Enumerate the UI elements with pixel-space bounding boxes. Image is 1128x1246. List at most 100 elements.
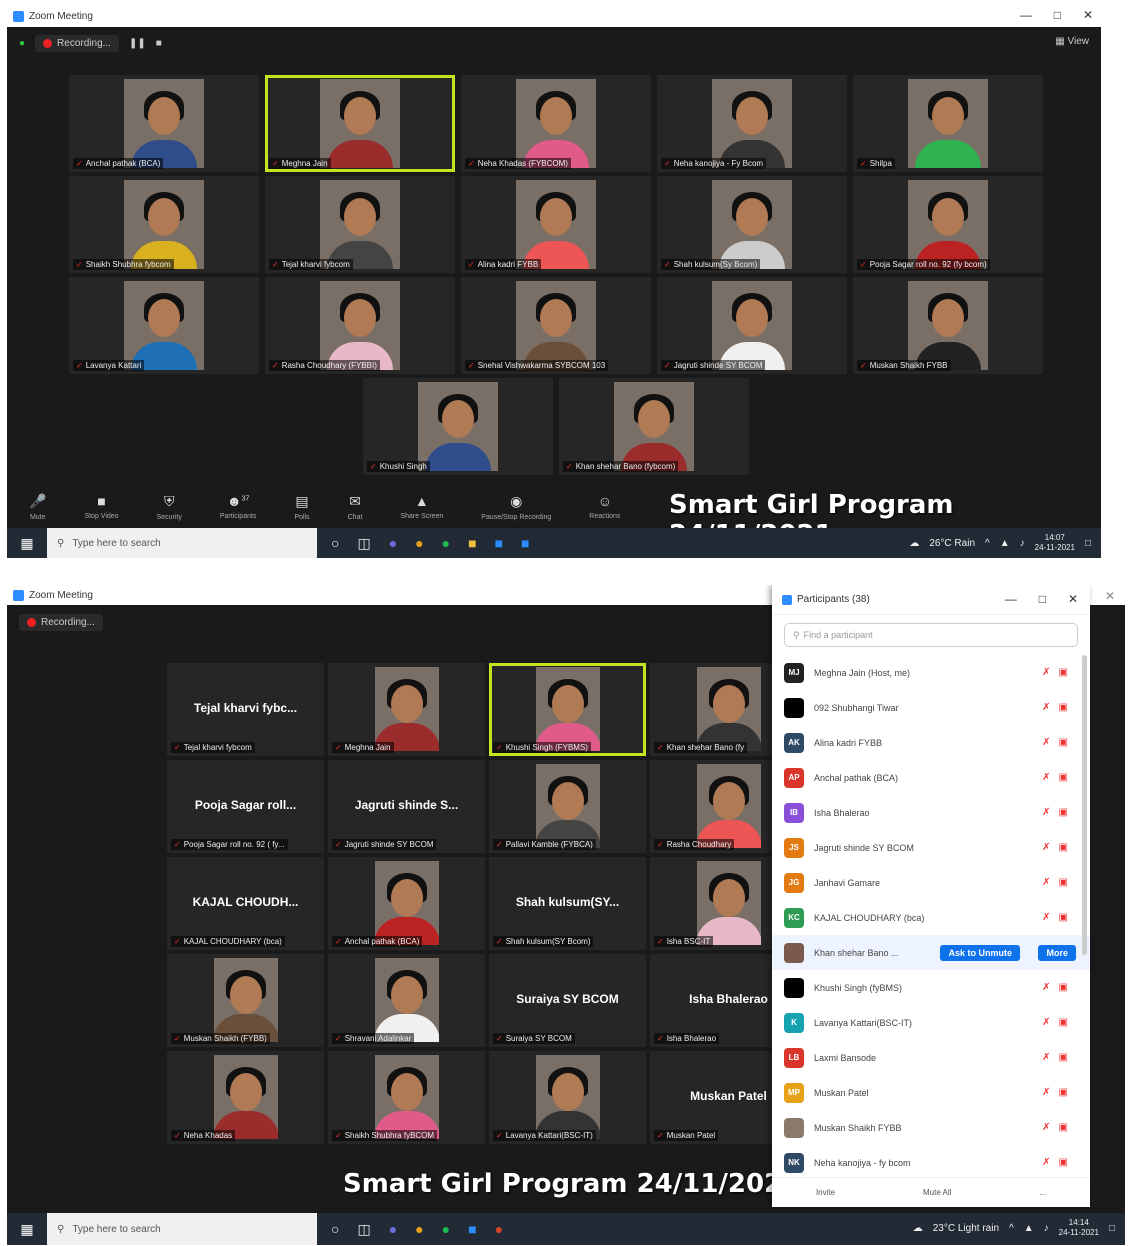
video-tile[interactable]: ✓ Snehal Vishwakarma SYBCOM 103	[461, 277, 651, 374]
muted-mic-icon[interactable]: ✗	[1042, 842, 1050, 853]
task-view-icon[interactable]: ◫	[357, 1221, 370, 1238]
video-tile[interactable]: ✓ Meghna Jain	[265, 75, 455, 172]
invite-button[interactable]: Invite	[816, 1188, 835, 1197]
participant-row[interactable]: AP Anchal pathak (BCA) ✗ ▣	[772, 760, 1090, 795]
close-icon[interactable]: ✕	[1068, 592, 1078, 606]
video-tile[interactable]: Tejal kharvi fybc... ✓ Tejal kharvi fybcom	[167, 663, 324, 756]
muted-mic-icon[interactable]: ✗	[1042, 807, 1050, 818]
taskbar-clock[interactable]: 14:14 24-11-2021	[1059, 1218, 1099, 1238]
video-tile[interactable]: ✓ Khushi Singh	[363, 378, 553, 475]
video-tile[interactable]: ✓ Anchal pathak (BCA)	[69, 75, 259, 172]
toolbar-mute-button[interactable]: 🎤 Mute	[29, 493, 46, 521]
video-off-icon[interactable]: ▣	[1059, 842, 1068, 853]
video-off-icon[interactable]: ▣	[1059, 877, 1068, 888]
tray-chevron-icon[interactable]: ^	[1009, 1223, 1014, 1234]
video-tile[interactable]: ✓ Khushi Singh (FYBMS)	[489, 663, 646, 756]
video-tile[interactable]: ✓ Neha Khadas (FYBCOM)	[461, 75, 651, 172]
toolbar-share-screen-button[interactable]: ▲ Share Screen	[400, 493, 443, 520]
video-tile[interactable]: ✓ Shilpa	[853, 75, 1043, 172]
notifications-icon[interactable]: □	[1109, 1223, 1115, 1234]
muted-mic-icon[interactable]: ✗	[1042, 877, 1050, 888]
video-tile[interactable]: Jagruti shinde S... ✓ Jagruti shinde SY BC…	[328, 760, 485, 853]
video-off-icon[interactable]: ▣	[1059, 1087, 1068, 1098]
participant-row[interactable]: Muskan Shaikh FYBB ✗ ▣	[772, 1110, 1090, 1145]
participant-row[interactable]: LB Laxmi Bansode ✗ ▣	[772, 1040, 1090, 1075]
video-tile[interactable]: Pooja Sagar roll... ✓ Pooja Sagar roll no.…	[167, 760, 324, 853]
muted-mic-icon[interactable]: ✗	[1042, 982, 1050, 993]
muted-mic-icon[interactable]: ✗	[1042, 772, 1050, 783]
participant-more-button[interactable]: More	[1038, 944, 1076, 961]
close-icon[interactable]: ✕	[1083, 8, 1093, 22]
muted-mic-icon[interactable]: ✗	[1042, 1157, 1050, 1168]
participant-row[interactable]: JG Janhavi Gamare ✗ ▣	[772, 865, 1090, 900]
teams-icon[interactable]: ●	[389, 1221, 397, 1238]
video-tile[interactable]: Shah kulsum(SY... ✓ Shah kulsum(SY Bcom)	[489, 857, 646, 950]
video-off-icon[interactable]: ▣	[1059, 807, 1068, 818]
participant-row[interactable]: KC KAJAL CHOUDHARY (bca) ✗ ▣	[772, 900, 1090, 935]
video-tile[interactable]: KAJAL CHOUDH... ✓ KAJAL CHOUDHARY (bca)	[167, 857, 324, 950]
video-tile[interactable]: ✓ Jagruti shinde SY BCOM	[657, 277, 847, 374]
taskbar-search[interactable]: ⚲ Type here to search	[47, 528, 317, 558]
cortana-icon[interactable]: ○	[331, 535, 339, 552]
cortana-icon[interactable]: ○	[331, 1221, 339, 1238]
video-tile[interactable]: ✓ Pooja Sagar roll no. 92 (fy bcom)	[853, 176, 1043, 273]
video-tile[interactable]: ✓ Anchal pathak (BCA)	[328, 857, 485, 950]
participant-row[interactable]: MP Muskan Patel ✗ ▣	[772, 1075, 1090, 1110]
participants-scrollbar[interactable]	[1082, 655, 1087, 955]
store-icon[interactable]: ■	[495, 535, 503, 552]
video-tile[interactable]: ✓ Rasha Choudhary (FYBBI)	[265, 277, 455, 374]
muted-mic-icon[interactable]: ✗	[1042, 1122, 1050, 1133]
video-tile[interactable]: ✓ Lavanya Kattari(BSC-IT)	[489, 1051, 646, 1144]
chrome-icon[interactable]: ●	[415, 1221, 423, 1238]
participant-row[interactable]: Khushi Singh (fyBMS) ✗ ▣	[772, 970, 1090, 1005]
maximize-icon[interactable]: □	[1039, 592, 1046, 606]
ask-to-unmute-button[interactable]: Ask to Unmute	[940, 944, 1020, 961]
video-off-icon[interactable]: ▣	[1059, 1122, 1068, 1133]
muted-mic-icon[interactable]: ✗	[1042, 1087, 1050, 1098]
notifications-icon[interactable]: □	[1085, 538, 1091, 549]
video-off-icon[interactable]: ▣	[1059, 702, 1068, 713]
video-off-icon[interactable]: ▣	[1059, 1017, 1068, 1028]
taskbar-search[interactable]: ⚲ Type here to search	[47, 1213, 317, 1245]
spotify-icon[interactable]: ●	[442, 1221, 450, 1238]
video-tile[interactable]: ✓ Pallavi Kamble (FYBCA)	[489, 760, 646, 853]
video-tile[interactable]: ✓ Neha kanojiya - Fy Bcom	[657, 75, 847, 172]
mute-all-button[interactable]: Mute All	[923, 1188, 951, 1197]
video-tile[interactable]: ✓ Neha Khadas	[167, 1051, 324, 1144]
video-off-icon[interactable]: ▣	[1059, 667, 1068, 678]
windows-start-icon[interactable]: ▦	[7, 535, 47, 552]
muted-mic-icon[interactable]: ✗	[1042, 912, 1050, 923]
participant-row[interactable]: AK Alina kadri FYBB ✗ ▣	[772, 725, 1090, 760]
view-button[interactable]: ▦ View	[1055, 36, 1089, 47]
windows-start-icon[interactable]: ▦	[7, 1221, 47, 1238]
participant-row[interactable]: MJ Meghna Jain (Host, me) ✗ ▣	[772, 655, 1090, 690]
file-explorer-icon[interactable]: ■	[468, 535, 476, 552]
video-tile[interactable]: ✓ Muskan Shaikh FYBB	[853, 277, 1043, 374]
participant-row[interactable]: Khan shehar Bano ... Ask to Unmute More	[772, 935, 1090, 970]
video-tile[interactable]: ✓ Muskan Shaikh (FYBB)	[167, 954, 324, 1047]
task-view-icon[interactable]: ◫	[357, 535, 370, 552]
more-options-button[interactable]: ...	[1039, 1188, 1046, 1197]
participant-row[interactable]: 092 Shubhangi Tiwar ✗ ▣	[772, 690, 1090, 725]
close-icon[interactable]: ✕	[1105, 589, 1115, 603]
muted-mic-icon[interactable]: ✗	[1042, 667, 1050, 678]
participant-row[interactable]: K Lavanya Kattari(BSC-IT) ✗ ▣	[772, 1005, 1090, 1040]
participant-row[interactable]: NK Neha kanojiya - fy bcom ✗ ▣	[772, 1145, 1090, 1180]
muted-mic-icon[interactable]: ✗	[1042, 702, 1050, 713]
toolbar-reactions-button[interactable]: ☺ Reactions	[589, 493, 620, 520]
minimize-icon[interactable]: —	[1005, 592, 1017, 606]
video-tile[interactable]: ✓ Lavanya Kattari	[69, 277, 259, 374]
toolbar-polls-button[interactable]: ▤ Polls	[294, 493, 309, 521]
taskbar-clock[interactable]: 14:07 24-11-2021	[1035, 533, 1075, 553]
maximize-icon[interactable]: □	[1054, 8, 1061, 22]
stop-recording-icon[interactable]: ■	[156, 38, 162, 49]
video-off-icon[interactable]: ▣	[1059, 912, 1068, 923]
spotify-icon[interactable]: ●	[442, 535, 450, 552]
video-tile[interactable]: ✓ Shravani Adalinkar	[328, 954, 485, 1047]
toolbar-participants-button[interactable]: ☻37 Participants	[220, 493, 257, 520]
video-tile[interactable]: Suraiya SY BCOM ✓ Suraiya SY BCOM	[489, 954, 646, 1047]
video-off-icon[interactable]: ▣	[1059, 1157, 1068, 1168]
tray-chevron-icon[interactable]: ^	[985, 538, 990, 549]
pause-recording-icon[interactable]: ❚❚	[129, 38, 146, 49]
video-off-icon[interactable]: ▣	[1059, 1052, 1068, 1063]
